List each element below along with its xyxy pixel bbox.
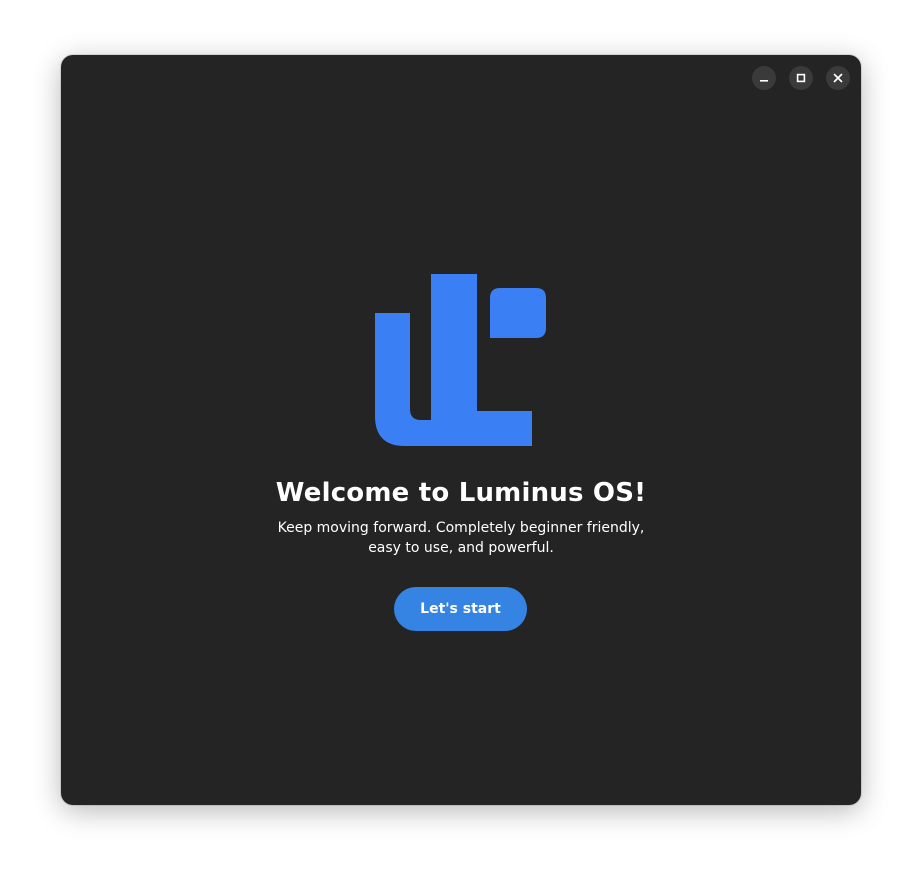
welcome-window: Welcome to Luminus OS! Keep moving forwa… (61, 55, 861, 805)
welcome-subtitle-line-1: Keep moving forward. Completely beginner… (277, 520, 645, 536)
lets-start-button[interactable]: Let's start (394, 587, 527, 631)
welcome-content: Welcome to Luminus OS! Keep moving forwa… (61, 55, 861, 805)
luminus-os-logo (375, 274, 546, 446)
logo-mark (375, 274, 546, 446)
welcome-subtitle-line-2: easy to use, and powerful. (368, 540, 554, 556)
welcome-subtitle: Keep moving forward. Completely beginner… (61, 518, 861, 558)
welcome-title: Welcome to Luminus OS! (275, 478, 647, 508)
